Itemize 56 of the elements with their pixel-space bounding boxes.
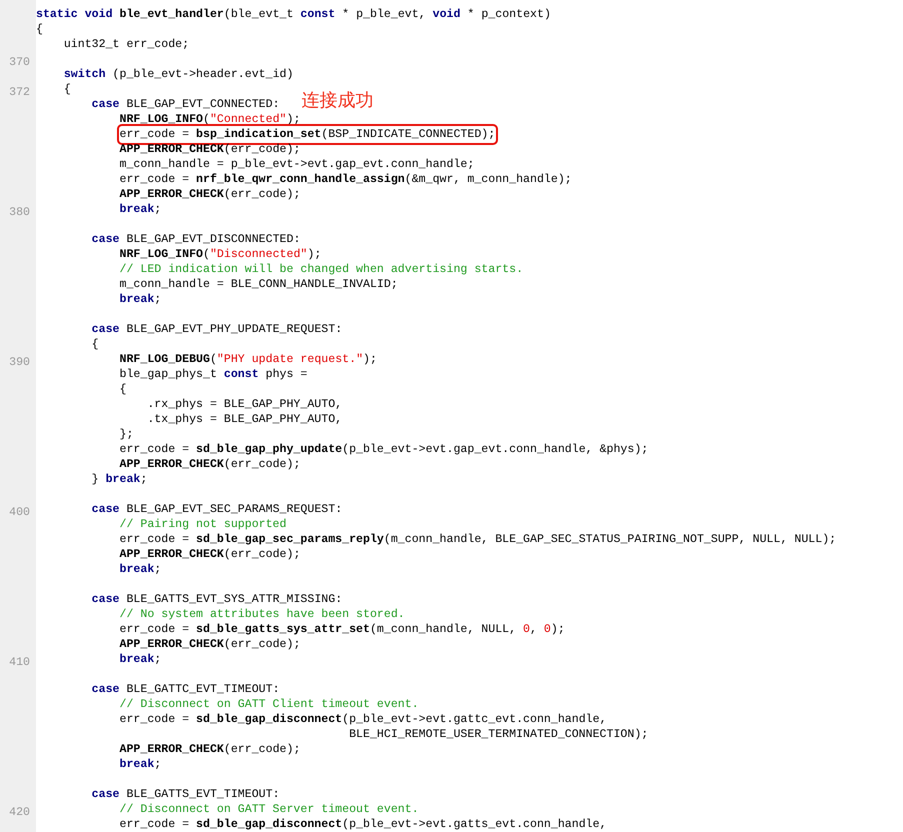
code-line: APP_ERROR_CHECK(err_code); [120, 547, 300, 562]
code-line: break; [120, 652, 162, 667]
code-line: break; [120, 202, 162, 217]
code-line: // Pairing not supported [120, 517, 286, 532]
code-line: case BLE_GATTC_EVT_TIMEOUT: [92, 682, 280, 697]
line-number: 380 [9, 206, 30, 219]
code-line: err_code = sd_ble_gap_phy_update(p_ble_evt->evt.gap_evt.conn_handle, &phys); [120, 442, 648, 457]
code-line: err_code = sd_ble_gatts_sys_attr_set(m_conn_handle, NULL, 0, 0); [120, 622, 565, 637]
code-line: uint32_t err_code; [64, 37, 190, 52]
line-number: 410 [9, 656, 30, 669]
code-line: NRF_LOG_DEBUG("PHY update request."); [120, 352, 377, 367]
code-line: APP_ERROR_CHECK(err_code); [120, 742, 300, 757]
code-line: APP_ERROR_CHECK(err_code); [120, 457, 300, 472]
code-line: // LED indication will be changed when advertising starts. [120, 262, 524, 277]
code-line: // No system attributes have been stored. [120, 607, 405, 622]
code-line: APP_ERROR_CHECK(err_code); [120, 142, 300, 157]
code-line: } break; [92, 472, 148, 487]
code-line: case BLE_GATTS_EVT_SYS_ATTR_MISSING: [92, 592, 342, 607]
line-number: 400 [9, 506, 30, 519]
code-line: { [120, 382, 126, 397]
line-number: 420 [9, 806, 30, 819]
code-line: }; [120, 427, 134, 442]
highlighted-code-line: err_code = bsp_indication_set(BSP_INDICATE_CONNECTED); [120, 127, 496, 142]
code-line: switch (p_ble_evt->header.evt_id) [64, 67, 294, 82]
code-line: { [92, 337, 99, 352]
code-line: break; [120, 292, 162, 307]
code-line: break; [120, 562, 162, 577]
code-line: BLE_HCI_REMOTE_USER_TERMINATED_CONNECTION); [349, 727, 648, 742]
code-line: .rx_phys = BLE_GAP_PHY_AUTO, [147, 397, 342, 412]
code-line: err_code = sd_ble_gap_disconnect(p_ble_evt->evt.gattc_evt.conn_handle, [120, 712, 607, 727]
code-line: m_conn_handle = BLE_CONN_HANDLE_INVALID; [120, 277, 398, 292]
code-line: APP_ERROR_CHECK(err_code); [120, 187, 300, 202]
code-line: case BLE_GAP_EVT_PHY_UPDATE_REQUEST: [92, 322, 342, 337]
code-line: NRF_LOG_INFO("Connected"); [120, 112, 300, 127]
annotation-note: 连接成功 [302, 93, 374, 108]
code-line: ble_gap_phys_t const phys = [120, 367, 308, 382]
code-line: case BLE_GAP_EVT_CONNECTED: [92, 97, 280, 112]
code-line: APP_ERROR_CHECK(err_code); [120, 637, 300, 652]
line-number: 370 [9, 56, 30, 69]
code-line: case BLE_GAP_EVT_SEC_PARAMS_REQUEST: [92, 502, 342, 517]
code-line: break; [120, 757, 162, 772]
code-line: case BLE_GAP_EVT_DISCONNECTED: [92, 232, 300, 247]
code-line: // Disconnect on GATT Server timeout event. [120, 802, 419, 817]
code-line: err_code = sd_ble_gap_disconnect(p_ble_evt->evt.gatts_evt.conn_handle, [120, 817, 607, 832]
code-line: { [64, 82, 71, 97]
code-line: static void ble_evt_handler(ble_evt_t const * p_ble_evt, void * p_context) [36, 7, 551, 22]
code-line: m_conn_handle = p_ble_evt->evt.gap_evt.conn_handle; [120, 157, 474, 172]
line-number: 372 [9, 86, 30, 99]
code-line: .tx_phys = BLE_GAP_PHY_AUTO, [147, 412, 342, 427]
code-line: err_code = nrf_ble_qwr_conn_handle_assign(&m_qwr, m_conn_handle); [120, 172, 572, 187]
line-number: 390 [9, 356, 30, 369]
code-line: // Disconnect on GATT Client timeout event. [120, 697, 419, 712]
code-line: NRF_LOG_INFO("Disconnected"); [120, 247, 322, 262]
code-line: err_code = sd_ble_gap_sec_params_reply(m_conn_handle, BLE_GAP_SEC_STATUS_PAIRING_NOT_SUPP, NULL, NULL); [120, 532, 836, 547]
code-line: { [36, 22, 43, 37]
code-line: case BLE_GATTS_EVT_TIMEOUT: [92, 787, 280, 802]
